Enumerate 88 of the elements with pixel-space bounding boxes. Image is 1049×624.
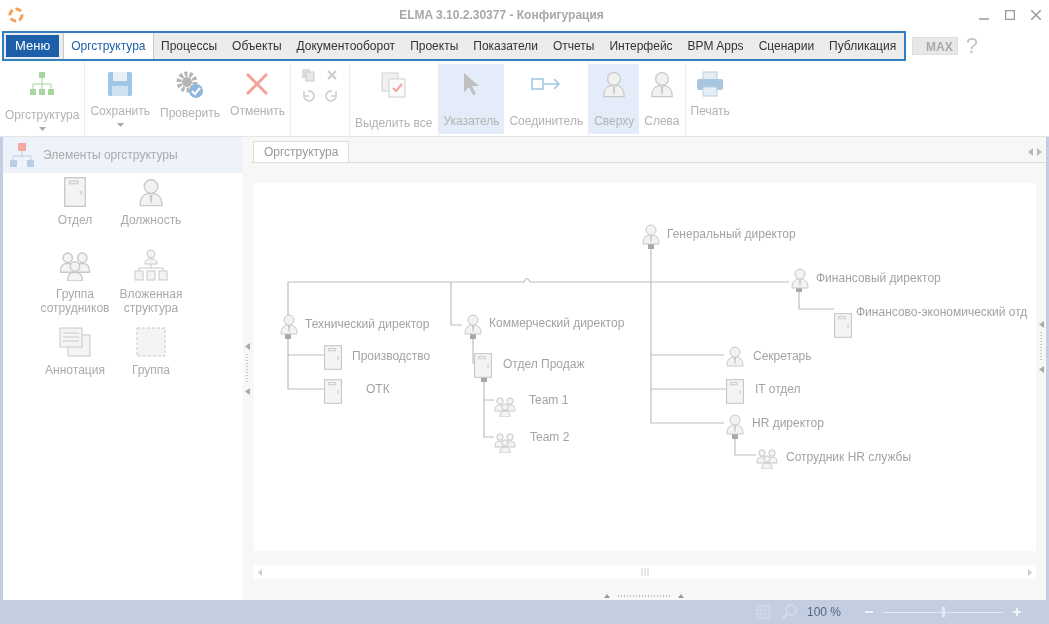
zoom-slider[interactable] xyxy=(883,607,1003,617)
gear-icon xyxy=(175,70,206,100)
node-label: HR директор xyxy=(752,415,824,432)
menu-button[interactable]: Меню xyxy=(6,35,60,57)
ribbon-tab[interactable]: BPM Apps xyxy=(680,33,752,59)
hierarchy-icon xyxy=(28,70,57,98)
scroll-grip-icon[interactable] xyxy=(641,568,649,576)
ribbon-tab[interactable]: Оргструктура xyxy=(63,33,154,59)
door-icon xyxy=(63,177,87,207)
collapse-left-icon[interactable] xyxy=(1038,320,1044,328)
node-label: Секретарь xyxy=(753,348,812,365)
person-icon xyxy=(724,345,746,367)
close-icon[interactable] xyxy=(1031,10,1041,20)
close-icon[interactable] xyxy=(324,68,339,82)
max-button[interactable]: MAX xyxy=(911,37,958,55)
door-icon xyxy=(324,379,342,404)
document-tab[interactable]: Оргструктура xyxy=(253,141,350,162)
redo-icon[interactable] xyxy=(324,88,339,102)
node-label: Финансово-экономический отд xyxy=(856,304,1028,321)
person-icon xyxy=(278,313,300,335)
scroll-left-icon[interactable] xyxy=(258,568,262,576)
people-icon xyxy=(494,431,516,453)
slider-thumb[interactable] xyxy=(942,607,945,617)
undo-icon[interactable] xyxy=(300,88,315,102)
scroll-right-icon[interactable] xyxy=(1028,568,1032,576)
app-logo-icon xyxy=(8,7,24,23)
scroll-left-icon[interactable] xyxy=(1028,148,1033,156)
person-icon xyxy=(789,267,811,289)
palette-item[interactable]: Должность xyxy=(113,173,189,245)
node-label: Team 1 xyxy=(529,392,569,409)
people-icon xyxy=(59,249,91,281)
ribbon-tab[interactable]: Проекты xyxy=(402,33,466,59)
person-icon xyxy=(724,413,746,435)
person-icon xyxy=(136,177,166,207)
hierarchy-icon xyxy=(9,142,35,168)
node-label: ОТК xyxy=(366,381,390,398)
person-icon xyxy=(462,313,484,335)
document-icon xyxy=(59,327,91,357)
caret-icon xyxy=(38,127,46,132)
door-icon xyxy=(474,353,492,378)
zoom-in-icon[interactable] xyxy=(1013,608,1021,616)
node-label: Отдел Продаж xyxy=(503,356,585,373)
palette-item[interactable]: Аннотация xyxy=(37,327,113,401)
node-label: IT отдел xyxy=(755,381,801,398)
horizontal-scrollbar[interactable] xyxy=(254,565,1036,579)
node-label: Финансовый директор xyxy=(816,270,941,287)
node-label: Технический директор xyxy=(305,316,430,333)
panel-title: Элементы оргструктуры xyxy=(43,147,178,164)
node-label: Производство xyxy=(352,348,431,365)
help-button[interactable]: ? xyxy=(965,35,978,57)
collapse-left-icon[interactable] xyxy=(1038,365,1044,373)
person-icon xyxy=(640,223,662,245)
ribbon-tab[interactable]: Показатели xyxy=(465,33,546,59)
ribbon-tab[interactable]: Публикация xyxy=(821,33,904,59)
ribbon-tab[interactable]: Процессы xyxy=(153,33,225,59)
palette-item[interactable]: Группа xyxy=(113,327,189,401)
ribbon-tab[interactable]: Документооборот xyxy=(289,33,403,59)
node-label: Коммерческий директор xyxy=(489,315,625,332)
maximize-icon[interactable] xyxy=(1005,10,1015,20)
zoom-out-icon[interactable] xyxy=(865,608,873,616)
ribbon-tab[interactable]: Отчеты xyxy=(545,33,602,59)
frame-icon xyxy=(136,327,166,357)
palette-item[interactable]: Вложенная структура xyxy=(113,249,189,323)
toolbar-button[interactable]: Сверху xyxy=(589,64,640,134)
node-label: Team 2 xyxy=(530,429,570,446)
caret-icon xyxy=(116,123,124,128)
node-label: Сотрудник HR службы xyxy=(786,449,912,466)
door-icon xyxy=(726,379,744,404)
node-label: Генеральный директор xyxy=(667,226,796,243)
hierarchy-icon xyxy=(134,249,168,281)
splitter-grip-icon[interactable] xyxy=(603,593,684,599)
ribbon-tab[interactable]: Интерфейс xyxy=(601,33,681,59)
toolbar-button[interactable]: Указатель xyxy=(438,64,505,134)
ribbon-tab[interactable]: Сценарии xyxy=(751,33,822,59)
copy-icon xyxy=(378,70,409,100)
people-icon xyxy=(756,447,778,469)
window-title: ELMA 3.10.2.30377 - Конфигурация xyxy=(399,8,604,22)
palette-item[interactable]: Отдел xyxy=(37,173,113,245)
people-icon xyxy=(494,395,516,417)
door-icon xyxy=(834,313,852,338)
floppy-icon xyxy=(106,70,135,98)
palette-item[interactable]: Группа сотрудников xyxy=(37,249,113,323)
ribbon-tab[interactable]: Объекты xyxy=(224,33,290,59)
printer-icon xyxy=(695,70,726,98)
door-icon xyxy=(324,345,342,370)
scroll-right-icon[interactable] xyxy=(1037,148,1042,156)
copy-icon[interactable] xyxy=(300,68,315,82)
zoom-value: 100 % xyxy=(807,604,843,621)
